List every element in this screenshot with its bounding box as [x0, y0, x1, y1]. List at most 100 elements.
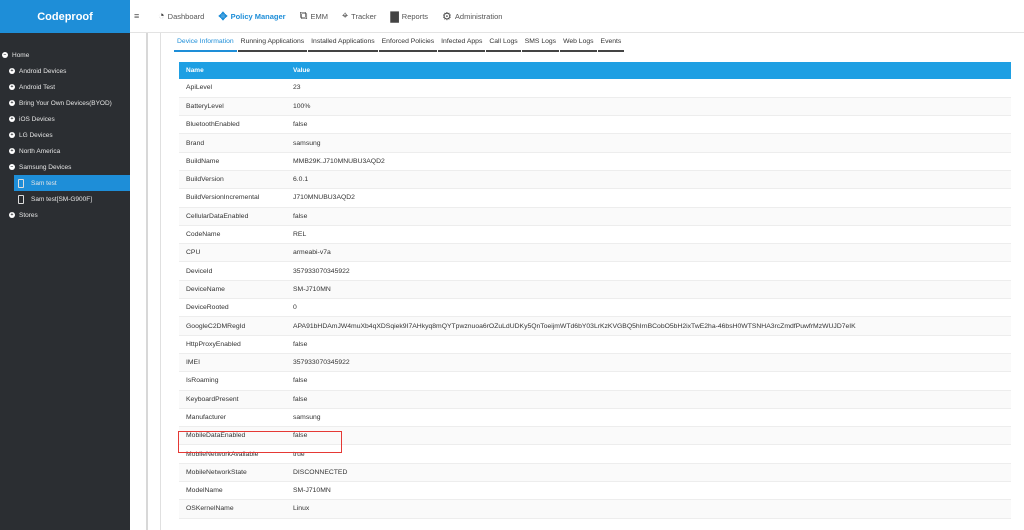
property-name: HttpProxyEnabled	[179, 335, 286, 354]
table-header-row: Name Value	[179, 62, 1011, 79]
tab-infected-apps[interactable]: Infected Apps	[438, 38, 486, 52]
table-row: BuildVersionIncremental J710MNUBU3AQD2	[179, 188, 1011, 208]
tab-web-logs[interactable]: Web Logs	[560, 38, 597, 52]
property-value: SM-J710MN	[286, 481, 1011, 501]
expand-icon[interactable]: +	[9, 132, 15, 138]
column-header-name[interactable]: Name	[179, 62, 286, 79]
property-name: GoogleC2DMRegId	[179, 316, 286, 336]
table-row: BluetoothEnabled false	[179, 115, 1011, 135]
nav-emm[interactable]: ⧉ EMM	[300, 10, 328, 23]
tree-item[interactable]: + Android Test	[0, 79, 130, 95]
tab-enforced-policies[interactable]: Enforced Policies	[378, 38, 438, 52]
table-row: IMEI 357933070345922	[179, 353, 1011, 373]
table-row: DeviceId 357933070345922	[179, 261, 1011, 281]
property-name: OSKernelName	[179, 499, 286, 519]
property-value: 100%	[286, 97, 1011, 117]
device-info-table: Name Value ApiLevel 23 BatteryLevel 100% Blu…	[179, 62, 1011, 519]
tab-device-information[interactable]: Device Information	[174, 38, 237, 52]
column-header-value[interactable]: Value	[286, 62, 1011, 79]
tab-events[interactable]: Events	[597, 38, 625, 52]
table-row: ApiLevel 23	[179, 79, 1011, 98]
gear-icon: ⚙	[442, 10, 452, 23]
property-value: 23	[286, 79, 1011, 98]
property-name: IMEI	[179, 353, 286, 373]
tab-installed-applications[interactable]: Installed Applications	[308, 38, 378, 52]
tree-item-label: Sam test	[31, 179, 57, 187]
table-row: MobileNetworkAvailable true	[179, 444, 1011, 464]
tree-item[interactable]: Sam test	[14, 175, 130, 191]
property-value: 6.0.1	[286, 170, 1011, 190]
expand-icon[interactable]: +	[9, 116, 15, 122]
property-name: MobileNetworkAvailable	[179, 444, 286, 464]
table-row: DeviceRooted 0	[179, 298, 1011, 318]
top-navigation: ≡ ◔ Dashboard ✥ Policy Manager ⧉ EMM ⌖ Tracker ▇…	[130, 0, 1024, 33]
tab-sms-logs[interactable]: SMS Logs	[521, 38, 560, 52]
nav-policy-manager[interactable]: ✥ Policy Manager	[218, 10, 285, 23]
device-tree: − Home + Android Devices + Android Test + Bring…	[0, 33, 130, 223]
property-name: KeyboardPresent	[179, 390, 286, 409]
tree-item[interactable]: + North America	[0, 143, 130, 159]
table-row: ModelName SM-J710MN	[179, 481, 1011, 501]
expand-icon[interactable]: +	[9, 100, 15, 106]
tree-item[interactable]: + iOS Devices	[0, 111, 130, 127]
property-name: ModelName	[179, 481, 286, 501]
table-row: CPU armeabi-v7a	[179, 243, 1011, 263]
nav-label: EMM	[310, 11, 328, 21]
tree-item[interactable]: − Home	[0, 47, 130, 63]
property-value: REL	[286, 225, 1011, 245]
expand-icon[interactable]: +	[9, 84, 15, 90]
collapse-icon[interactable]: −	[2, 52, 8, 58]
nav-label: Policy Manager	[230, 11, 286, 21]
tree-item[interactable]: + LG Devices	[0, 127, 130, 143]
property-value: armeabi-v7a	[286, 243, 1011, 263]
tree-item[interactable]: − Samsung Devices	[0, 159, 130, 175]
table-row: CodeName REL	[179, 225, 1011, 245]
tree-item[interactable]: + Bring Your Own Devices(BYOD)	[0, 95, 130, 111]
tree-item-label: Sam test[SM-G900F]	[31, 195, 93, 203]
tree-item-label: LG Devices	[19, 131, 53, 139]
property-value: samsung	[286, 133, 1011, 153]
brand-logo[interactable]: Codeproof	[0, 0, 130, 33]
nav-tracker[interactable]: ⌖ Tracker	[342, 10, 376, 23]
table-row: BatteryLevel 100%	[179, 97, 1011, 117]
tree-item-label: iOS Devices	[19, 115, 55, 123]
nav-administration[interactable]: ⚙ Administration	[442, 10, 502, 23]
property-value: Linux	[286, 499, 1011, 519]
nav-label: Dashboard	[167, 11, 205, 21]
tree-item-label: North America	[19, 147, 61, 155]
property-value: SM-J710MN	[286, 280, 1011, 300]
tree-item[interactable]: + Android Devices	[0, 63, 130, 79]
tree-item[interactable]: Sam test[SM-G900F]	[0, 191, 130, 207]
device-tabs: Device Information Running Applications In…	[174, 38, 625, 54]
tree-item[interactable]: + Stores	[0, 207, 130, 223]
nav-dashboard[interactable]: ◔ Dashboard	[158, 10, 204, 22]
tree-item-label: Samsung Devices	[19, 163, 72, 171]
expand-icon[interactable]: +	[9, 148, 15, 154]
property-name: CPU	[179, 243, 286, 263]
expand-icon[interactable]: +	[9, 68, 15, 74]
property-name: MobileDataEnabled	[179, 426, 286, 446]
nav-reports[interactable]: ▇ Reports	[390, 10, 428, 23]
property-name: Manufacturer	[179, 408, 286, 428]
property-name: BuildName	[179, 152, 286, 171]
nav-label: Administration	[454, 11, 503, 21]
nav-label: Reports	[401, 11, 429, 21]
expand-icon[interactable]: +	[9, 212, 15, 218]
property-name: BuildVersion	[179, 170, 286, 190]
table-row: OSKernelName Linux	[179, 499, 1011, 519]
table-row: KeyboardPresent false	[179, 390, 1011, 409]
tab-running-applications[interactable]: Running Applications	[237, 38, 308, 52]
property-name: CellularDataEnabled	[179, 207, 286, 226]
map-pin-icon: ⌖	[341, 9, 349, 22]
menu-toggle-icon[interactable]: ≡	[134, 11, 148, 21]
property-value: 357933070345922	[286, 261, 1011, 281]
property-value: MMB29K.J710MNUBU3AQD2	[286, 152, 1011, 171]
property-value: J710MNUBU3AQD2	[286, 188, 1011, 208]
tree-item-label: Stores	[19, 211, 38, 219]
sidebar: Codeproof − Home + Android Devices + Android …	[0, 0, 130, 530]
table-row: HttpProxyEnabled false	[179, 335, 1011, 354]
table-row: Manufacturer samsung	[179, 408, 1011, 428]
collapse-icon[interactable]: −	[9, 164, 15, 170]
tab-call-logs[interactable]: Call Logs	[486, 38, 521, 52]
policy-icon: ✥	[218, 10, 228, 23]
